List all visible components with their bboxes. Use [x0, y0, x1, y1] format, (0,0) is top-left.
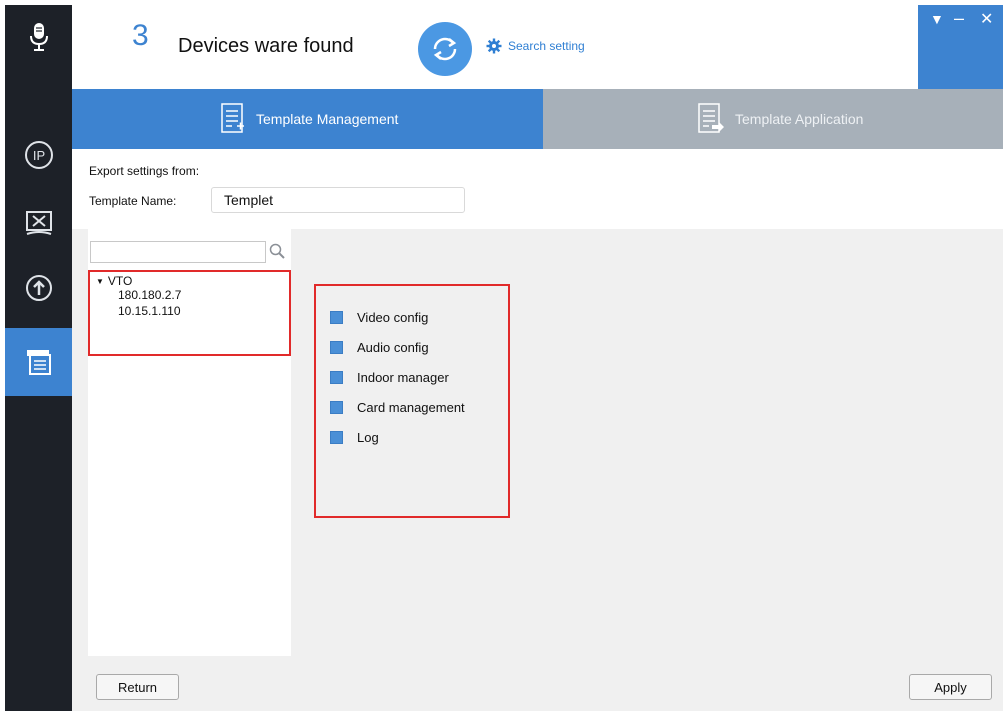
apply-button[interactable]: Apply: [909, 674, 992, 700]
tree-device-item[interactable]: 10.15.1.110: [118, 304, 181, 318]
checkbox[interactable]: [330, 371, 343, 384]
search-setting-label: Search setting: [508, 39, 585, 53]
footer: Return Apply: [72, 661, 1003, 711]
microphone-icon[interactable]: [5, 17, 72, 57]
tools-icon[interactable]: [5, 203, 72, 243]
window-controls: ▼ – ✕: [918, 5, 1003, 89]
tree-device-item[interactable]: 180.180.2.7: [118, 288, 181, 302]
tree-node-vto[interactable]: ▼ VTO: [96, 274, 132, 288]
template-name-label: Template Name:: [89, 194, 177, 208]
search-icon[interactable]: [269, 243, 285, 264]
minimize-icon[interactable]: –: [954, 8, 964, 29]
config-options: Video config Audio config Indoor manager…: [314, 284, 510, 518]
gear-icon: [486, 38, 502, 54]
device-tree: ▼ VTO 180.180.2.7 10.15.1.110: [88, 270, 291, 356]
template-icon[interactable]: [5, 328, 72, 396]
template-application-icon: [698, 103, 724, 133]
tab-template-application-label: Template Application: [735, 111, 864, 127]
menu-dropdown-icon[interactable]: ▼: [930, 11, 944, 27]
option-label: Log: [357, 430, 379, 445]
device-count: 3: [132, 19, 149, 52]
main-content: ▼ VTO 180.180.2.7 10.15.1.110 Video conf…: [72, 229, 1003, 661]
close-icon[interactable]: ✕: [980, 9, 993, 29]
tree-node-label: VTO: [107, 274, 133, 288]
checkbox[interactable]: [330, 341, 343, 354]
export-settings: Export settings from: Template Name:: [72, 149, 1003, 229]
tab-template-application[interactable]: Template Application: [543, 89, 1003, 149]
tab-template-management[interactable]: Template Management: [72, 89, 543, 149]
checkbox[interactable]: [330, 431, 343, 444]
device-tree-panel: ▼ VTO 180.180.2.7 10.15.1.110: [88, 229, 291, 656]
template-management-icon: [221, 103, 244, 133]
ip-icon[interactable]: IP: [5, 135, 72, 175]
template-name-input[interactable]: [211, 187, 465, 213]
option-log[interactable]: Log: [330, 430, 379, 445]
search-setting-link[interactable]: Search setting: [486, 38, 585, 54]
option-indoor-manager[interactable]: Indoor manager: [330, 370, 449, 385]
tab-template-management-label: Template Management: [256, 111, 399, 127]
checkbox[interactable]: [330, 401, 343, 414]
devices-found-label: Devices ware found: [178, 35, 354, 57]
upgrade-icon[interactable]: [5, 268, 72, 308]
refresh-button[interactable]: [418, 22, 472, 76]
sidebar: IP: [5, 5, 72, 711]
return-button[interactable]: Return: [96, 674, 179, 700]
option-audio-config[interactable]: Audio config: [330, 340, 429, 355]
option-label: Audio config: [357, 340, 429, 355]
export-settings-label: Export settings from:: [89, 164, 200, 178]
svg-text:IP: IP: [32, 148, 44, 163]
device-search-input[interactable]: [90, 241, 266, 263]
caret-down-icon: ▼: [96, 276, 104, 286]
option-card-management[interactable]: Card management: [330, 400, 465, 415]
header: 3 Devices ware found Search setting ▼ – …: [72, 5, 1003, 89]
checkbox[interactable]: [330, 311, 343, 324]
option-label: Card management: [357, 400, 465, 415]
refresh-icon: [433, 37, 457, 61]
option-label: Video config: [357, 310, 429, 325]
option-video-config[interactable]: Video config: [330, 310, 428, 325]
option-label: Indoor manager: [357, 370, 449, 385]
